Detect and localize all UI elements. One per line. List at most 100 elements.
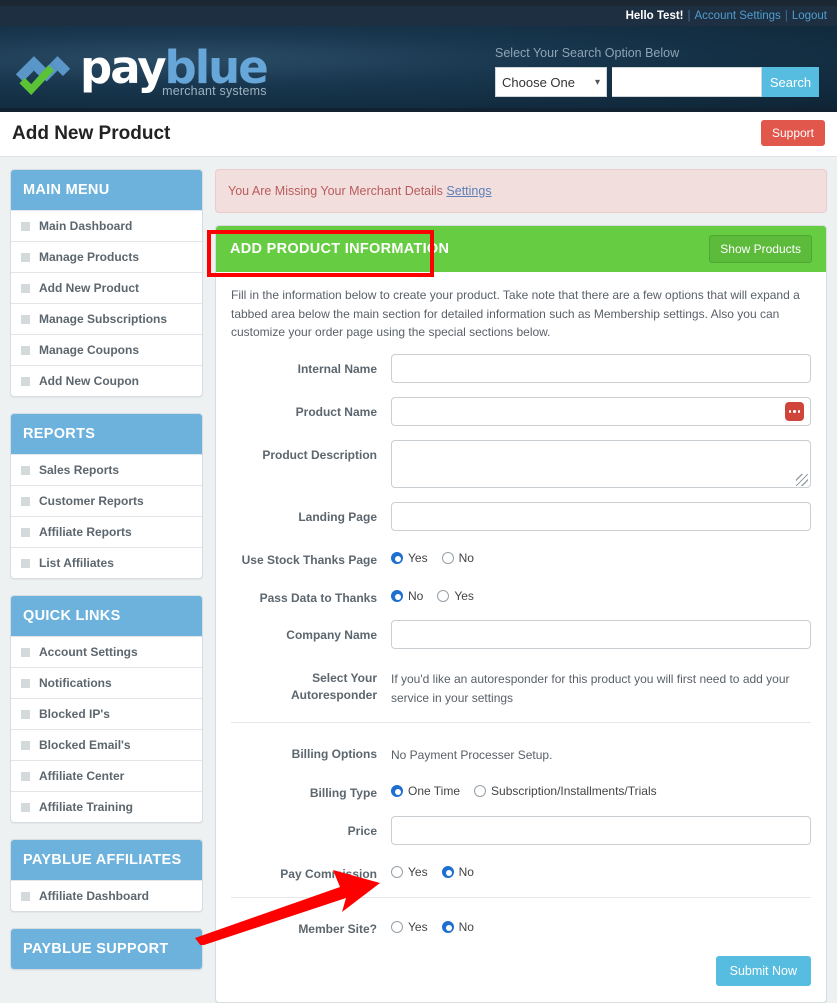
- merchant-details-alert: You Are Missing Your Merchant Details Se…: [215, 169, 827, 213]
- use-stock-thanks-page-radio-group: Yes No: [391, 545, 811, 565]
- sidebar: MAIN MENU Main Dashboard Manage Products…: [10, 169, 203, 1003]
- account-settings-link[interactable]: Account Settings: [695, 10, 781, 22]
- price-label: Price: [347, 823, 377, 838]
- company-name-label: Company Name: [286, 628, 377, 643]
- radio-icon[interactable]: [441, 551, 454, 564]
- radio-icon[interactable]: [474, 785, 487, 798]
- sidebar-item-label: Sales Reports: [39, 463, 120, 477]
- landing-page-input[interactable]: [391, 501, 811, 531]
- section-intro-text: Fill in the information below to create …: [231, 288, 800, 340]
- alert-settings-link[interactable]: Settings: [446, 184, 491, 198]
- chevron-down-icon: ▾: [594, 76, 600, 88]
- sidebar-panel-payblue-support: PAYBLUE SUPPORT: [10, 928, 203, 970]
- sidebar-item-blocked-emails[interactable]: Blocked Email's: [11, 729, 202, 760]
- sidebar-item-account-settings[interactable]: Account Settings: [11, 636, 202, 667]
- bullet-icon: [21, 496, 30, 506]
- billing-options-note: No Payment Processer Setup.: [391, 747, 553, 762]
- sidebar-item-list-affiliates[interactable]: List Affiliates: [11, 547, 202, 578]
- bullet-icon: [21, 283, 30, 293]
- submit-row: Submit Now: [216, 952, 826, 1002]
- sidebar-item-manage-coupons[interactable]: Manage Coupons: [11, 334, 202, 365]
- sidebar-item-blocked-ips[interactable]: Blocked IP's: [11, 698, 202, 729]
- field-row-pass-data-to-thanks: Pass Data to Thanks No Yes: [231, 583, 811, 607]
- sidebar-heading-quick-links: QUICK LINKS: [11, 596, 202, 636]
- field-row-product-name: Product Name: [231, 396, 811, 426]
- sidebar-item-manage-products[interactable]: Manage Products: [11, 241, 202, 272]
- radio-icon[interactable]: [437, 589, 450, 602]
- password-manager-badge-icon[interactable]: [785, 401, 804, 421]
- member-site-option-yes[interactable]: Yes: [391, 920, 428, 934]
- sidebar-item-label: List Affiliates: [39, 556, 114, 570]
- billing-type-option-one-time[interactable]: One Time: [391, 784, 460, 798]
- bullet-icon: [21, 527, 30, 537]
- pass-data-to-thanks-option-yes[interactable]: Yes: [437, 589, 474, 603]
- pass-data-to-thanks-option-no[interactable]: No: [391, 589, 423, 603]
- pay-commission-option-yes[interactable]: Yes: [391, 865, 428, 879]
- sidebar-item-customer-reports[interactable]: Customer Reports: [11, 485, 202, 516]
- utility-separator-1: |: [687, 10, 691, 22]
- logout-link[interactable]: Logout: [792, 10, 827, 22]
- sidebar-panel-quick-links: QUICK LINKS Account Settings Notificatio…: [10, 595, 203, 823]
- sidebar-item-affiliate-reports[interactable]: Affiliate Reports: [11, 516, 202, 547]
- search-input[interactable]: [612, 67, 762, 97]
- field-row-billing-type: Billing Type One Time Subscription/Insta…: [231, 778, 811, 802]
- textarea-resize-grip-icon[interactable]: [796, 473, 808, 486]
- radio-icon-selected[interactable]: [391, 551, 403, 564]
- main-content: You Are Missing Your Merchant Details Se…: [215, 169, 827, 1003]
- support-button[interactable]: Support: [760, 120, 825, 146]
- radio-icon-selected[interactable]: [441, 865, 454, 878]
- add-product-section-header: ADD PRODUCT INFORMATION Show Products: [216, 226, 826, 272]
- submit-now-button[interactable]: Submit Now: [715, 955, 811, 986]
- internal-name-input[interactable]: [391, 353, 811, 383]
- company-name-input[interactable]: [391, 620, 811, 650]
- pay-commission-label: Pay Commission: [280, 866, 377, 881]
- product-description-textarea[interactable]: [391, 439, 811, 488]
- pass-data-to-thanks-radio-group: No Yes: [391, 583, 811, 603]
- bullet-icon: [21, 558, 30, 568]
- sidebar-item-label: Blocked Email's: [39, 738, 131, 752]
- sidebar-item-label: Account Settings: [39, 645, 138, 659]
- sidebar-panel-reports: REPORTS Sales Reports Customer Reports A…: [10, 413, 203, 579]
- sidebar-item-main-dashboard[interactable]: Main Dashboard: [11, 210, 202, 241]
- radio-icon-selected[interactable]: [391, 785, 403, 798]
- bullet-icon: [21, 345, 30, 355]
- sidebar-item-affiliate-center[interactable]: Affiliate Center: [11, 760, 202, 791]
- billing-type-radio-group: One Time Subscription/Installments/Trial…: [391, 778, 811, 798]
- member-site-option-no[interactable]: No: [441, 920, 474, 934]
- pass-data-to-thanks-label: Pass Data to Thanks: [259, 590, 377, 605]
- sidebar-item-notifications[interactable]: Notifications: [11, 667, 202, 698]
- sidebar-item-add-new-product[interactable]: Add New Product: [11, 272, 202, 303]
- search-instruction-label: Select Your Search Option Below: [495, 46, 680, 60]
- search-option-value: Choose One: [502, 74, 575, 90]
- option-label: Yes: [408, 550, 428, 565]
- add-product-panel: ADD PRODUCT INFORMATION Show Products Fi…: [215, 225, 827, 1003]
- utility-bar: Hello Test! | Account Settings | Logout: [0, 6, 837, 26]
- product-name-input[interactable]: [391, 396, 811, 426]
- radio-icon[interactable]: [391, 865, 403, 878]
- billing-type-option-subscription[interactable]: Subscription/Installments/Trials: [474, 784, 657, 798]
- pay-commission-option-no[interactable]: No: [441, 865, 474, 879]
- radio-icon[interactable]: [391, 920, 403, 933]
- option-label: Subscription/Installments/Trials: [491, 784, 657, 799]
- sidebar-item-manage-subscriptions[interactable]: Manage Subscriptions: [11, 303, 202, 334]
- price-input[interactable]: [391, 815, 811, 845]
- field-row-price: Price: [231, 815, 811, 845]
- member-site-label: Member Site?: [298, 921, 377, 936]
- sidebar-item-affiliate-dashboard[interactable]: Affiliate Dashboard: [11, 880, 202, 911]
- sidebar-item-affiliate-training[interactable]: Affiliate Training: [11, 791, 202, 822]
- logo[interactable]: payblue merchant systems: [14, 45, 269, 98]
- dot-icon: [793, 410, 796, 413]
- sidebar-item-label: Notifications: [39, 676, 112, 690]
- radio-icon-selected[interactable]: [391, 589, 403, 602]
- sidebar-item-sales-reports[interactable]: Sales Reports: [11, 454, 202, 485]
- use-stock-thanks-page-option-no[interactable]: No: [441, 551, 474, 565]
- field-row-landing-page: Landing Page: [231, 501, 811, 531]
- bullet-icon: [21, 376, 30, 386]
- radio-icon-selected[interactable]: [441, 920, 454, 933]
- use-stock-thanks-page-option-yes[interactable]: Yes: [391, 551, 428, 565]
- sidebar-item-add-new-coupon[interactable]: Add New Coupon: [11, 365, 202, 396]
- search-option-select[interactable]: Choose One ▾: [495, 67, 607, 97]
- search-button[interactable]: Search: [762, 67, 819, 97]
- bullet-icon: [21, 740, 30, 750]
- show-products-button[interactable]: Show Products: [709, 235, 812, 263]
